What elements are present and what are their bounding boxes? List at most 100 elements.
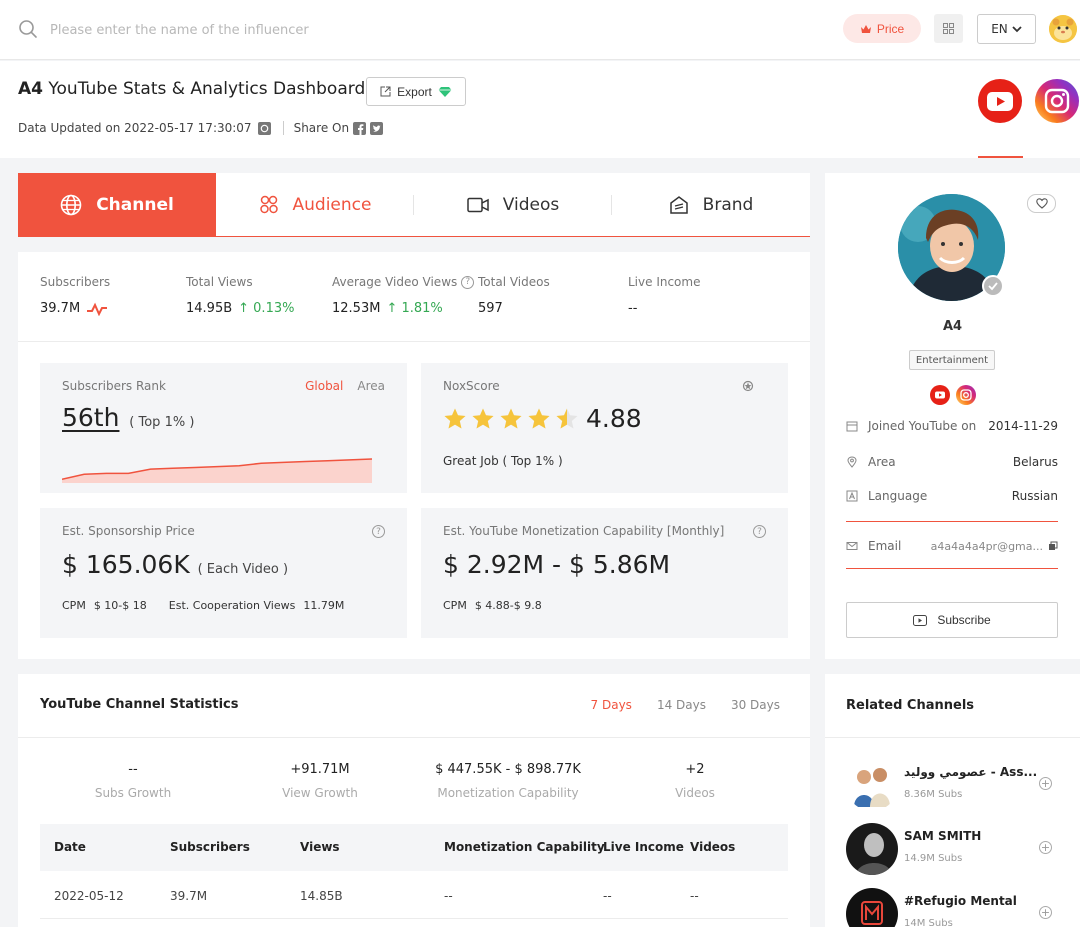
table-cell: 2022-05-12: [54, 889, 124, 903]
tab-channel-label: Channel: [96, 194, 174, 215]
help-icon[interactable]: ?: [461, 275, 475, 289]
table-cell: --: [690, 889, 699, 903]
title-text: YouTube Stats & Analytics Dashboard: [48, 79, 366, 99]
language-value: Russian: [1011, 489, 1058, 503]
rank-global-option[interactable]: Global: [305, 379, 343, 393]
instagram-link-icon[interactable]: [956, 385, 976, 405]
language-select[interactable]: EN: [977, 14, 1036, 44]
export-icon: [380, 86, 391, 97]
settings-icon[interactable]: [742, 380, 754, 392]
top-bar: Price EN: [0, 0, 1080, 60]
related-subs: 8.36M Subs: [904, 789, 963, 800]
rank-top-percent: ( Top 1% ): [129, 415, 195, 430]
related-channel-item[interactable]: #Refugio Mental 14M Subs +: [846, 888, 1066, 927]
search-input[interactable]: [50, 18, 450, 42]
column-header[interactable]: Live Income: [603, 840, 684, 854]
youtube-platform-icon[interactable]: [978, 79, 1022, 123]
rank-area-option[interactable]: Area: [357, 379, 385, 393]
tab-brand[interactable]: Brand: [612, 173, 810, 236]
language-row: Language Russian: [846, 489, 1058, 503]
checkmark-icon: [988, 282, 998, 291]
duo-avatar-icon: [846, 759, 898, 811]
card-label: Est. YouTube Monetization Capability [Mo…: [443, 524, 725, 538]
summary-label: Monetization Capability: [437, 786, 579, 800]
facebook-icon[interactable]: [353, 121, 367, 135]
subscribe-button[interactable]: Subscribe: [846, 602, 1058, 638]
stat-change: ↑ 0.13%: [238, 301, 295, 316]
column-header[interactable]: Monetization Capability: [444, 840, 605, 854]
tab-audience-label: Audience: [292, 194, 372, 215]
add-circle-icon[interactable]: +: [1039, 841, 1052, 854]
channel-overview-panel: Subscribers 39.7M Total Views 14.95B ↑ 0…: [18, 252, 810, 659]
column-header[interactable]: Date: [54, 840, 86, 854]
add-circle-icon[interactable]: +: [1039, 777, 1052, 790]
summary-videos: +2 Videos: [640, 762, 750, 800]
sponsor-details: CPM $ 10-$ 18 Est. Cooperation Views 11.…: [62, 599, 344, 612]
statistics-title: YouTube Channel Statistics: [40, 697, 239, 712]
stat-live-income: Live Income --: [628, 275, 700, 316]
related-channel-item[interactable]: عصومي ووليد - Ass... 8.36M Subs +: [846, 759, 1066, 811]
related-avatar: [846, 823, 898, 875]
summary-value: +91.71M: [290, 762, 350, 777]
help-icon[interactable]: ?: [372, 525, 385, 538]
tab-brand-label: Brand: [702, 194, 754, 215]
youtube-link-icon[interactable]: [930, 385, 950, 405]
tab-videos[interactable]: Videos: [414, 173, 612, 236]
export-button[interactable]: Export: [366, 77, 466, 106]
add-circle-icon[interactable]: +: [1039, 906, 1052, 919]
stat-value: 12.53M: [332, 301, 381, 316]
star-icon: [556, 408, 578, 429]
channel-name-title: A4: [18, 79, 43, 99]
column-header[interactable]: Subscribers: [170, 840, 250, 854]
refresh-icon[interactable]: [257, 121, 271, 135]
stat-average-views: Average Video Views ? 12.53M ↑ 1.81%: [332, 275, 475, 316]
search-icon[interactable]: [18, 19, 38, 39]
summary-value: +2: [685, 762, 705, 777]
divider: [825, 737, 1080, 738]
stat-change: ↑ 1.81%: [386, 301, 443, 316]
category-tag[interactable]: Entertainment: [909, 350, 995, 370]
heart-icon: [1035, 198, 1048, 209]
calendar-icon: [846, 421, 858, 432]
tab-7-days[interactable]: 7 Days: [591, 698, 632, 712]
video-camera-icon: [467, 197, 489, 212]
stat-value: --: [628, 301, 638, 316]
price-button[interactable]: Price: [843, 14, 921, 43]
monetization-details: CPM $ 4.88-$ 9.8: [443, 599, 542, 612]
noxscore-card: NoxScore 4.88 Great Job ( Top 1% ): [421, 363, 788, 493]
user-avatar[interactable]: [1049, 15, 1077, 43]
favorite-button[interactable]: [1027, 194, 1056, 213]
column-header[interactable]: Videos: [690, 840, 735, 854]
dashboard-tabs: Channel Audience Videos Brand: [18, 173, 810, 237]
stat-value: 597: [478, 301, 503, 316]
stat-value-wrap: 12.53M ↑ 1.81%: [332, 301, 474, 316]
area-row: Area Belarus: [846, 455, 1058, 469]
stat-label: Live Income: [628, 275, 701, 289]
tab-30-days[interactable]: 30 Days: [731, 698, 780, 712]
tab-audience[interactable]: Audience: [216, 173, 414, 236]
table-cell: --: [603, 889, 612, 903]
diamond-icon: [438, 86, 452, 97]
tab-14-days[interactable]: 14 Days: [657, 698, 706, 712]
rank-display: 56th ( Top 1% ): [62, 403, 194, 432]
trend-icon[interactable]: [86, 302, 108, 316]
help-icon[interactable]: ?: [753, 525, 766, 538]
instagram-platform-icon[interactable]: [1035, 79, 1079, 123]
export-label: Export: [397, 84, 432, 99]
monetization-range: $ 2.92M - $ 5.86M: [443, 550, 671, 579]
crown-icon: [860, 24, 871, 33]
star-icon: [500, 408, 522, 429]
page-header: A4 YouTube Stats & Analytics Dashboard E…: [0, 61, 1080, 158]
grid-menu-button[interactable]: [934, 14, 963, 43]
rank-value[interactable]: 56th: [62, 403, 119, 432]
related-channel-item[interactable]: SAM SMITH 14.9M Subs +: [846, 823, 1066, 875]
data-updated-info: Data Updated on 2022-05-17 17:30:07 Shar…: [18, 121, 384, 135]
copy-icon[interactable]: [1048, 541, 1058, 551]
related-name: #Refugio Mental: [904, 894, 1017, 908]
twitter-icon[interactable]: [370, 121, 384, 135]
column-header[interactable]: Views: [300, 840, 340, 854]
related-avatar: [846, 759, 898, 811]
summary-label: Subs Growth: [94, 786, 172, 800]
sponsor-price: $ 165.06K: [62, 550, 190, 579]
tab-channel[interactable]: Channel: [18, 173, 216, 236]
